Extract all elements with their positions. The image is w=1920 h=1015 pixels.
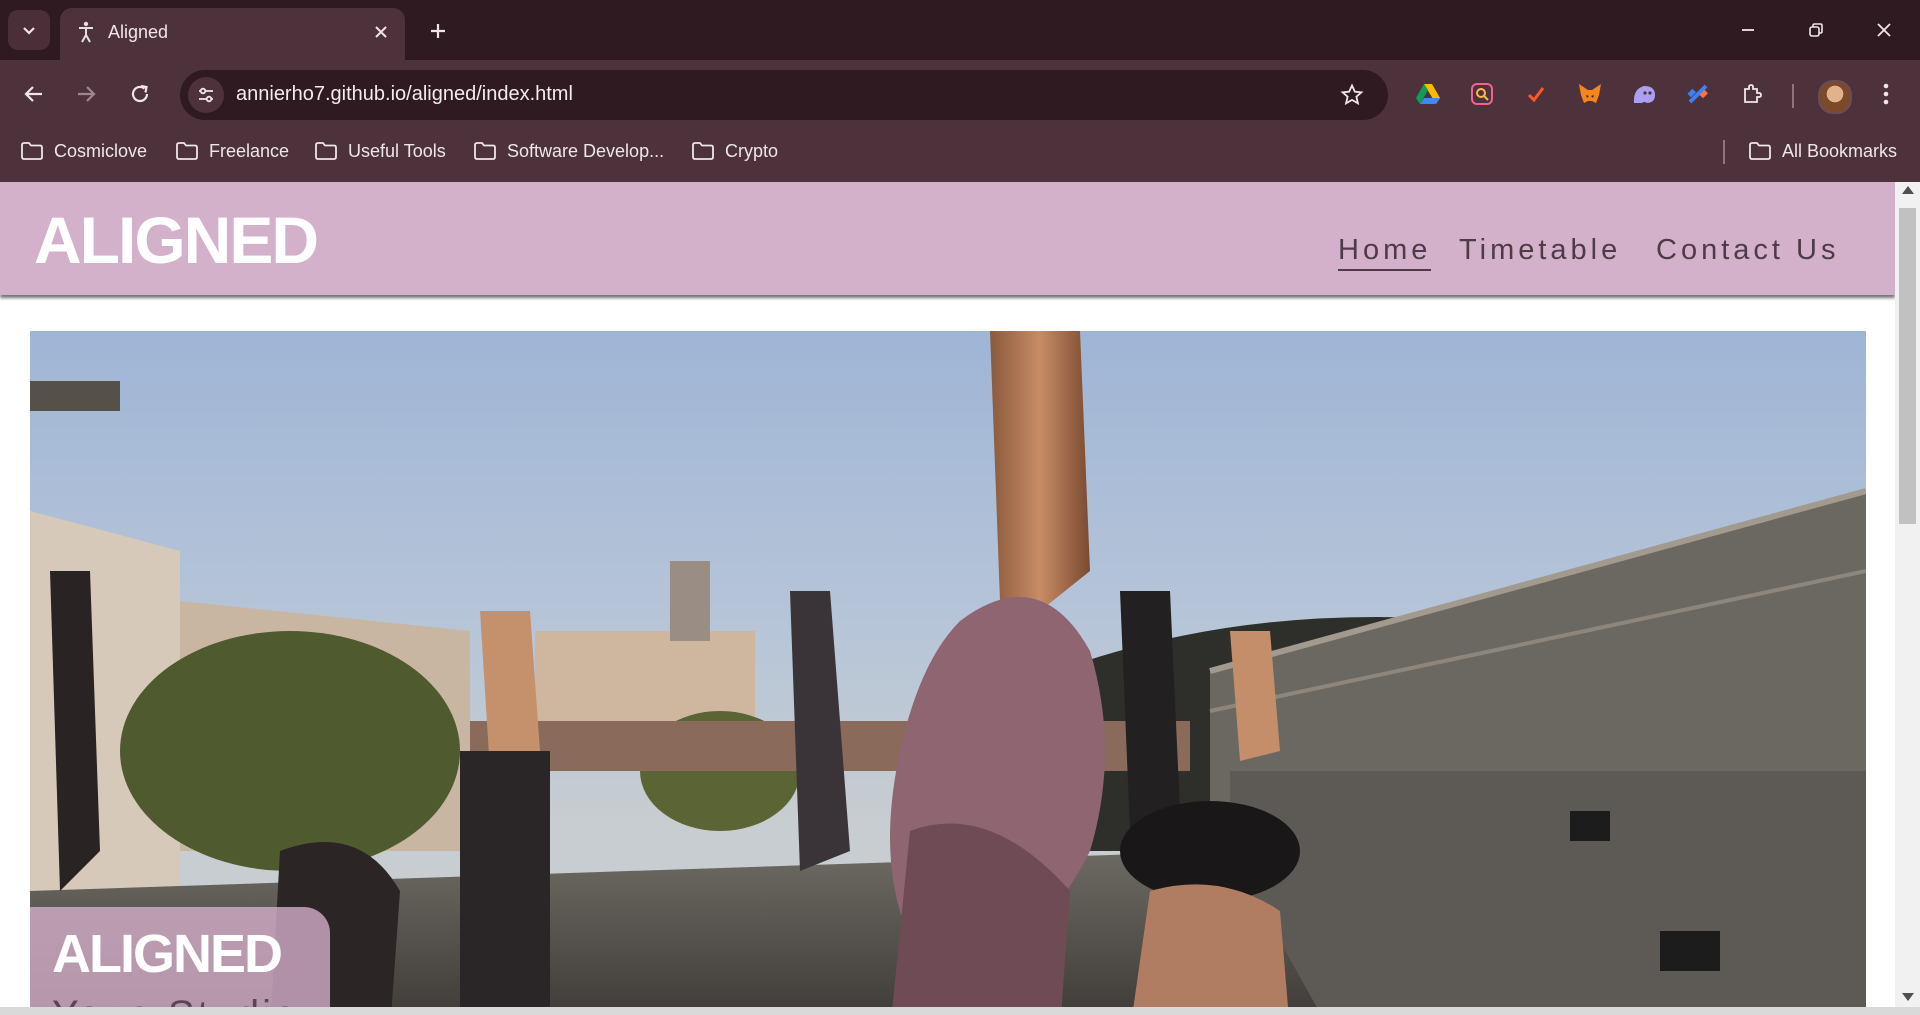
restore-icon: [1809, 23, 1823, 37]
minimize-button[interactable]: [1720, 8, 1776, 52]
folder-icon: [474, 142, 496, 160]
toolbar-divider: [1792, 84, 1794, 108]
ghost-extension-icon[interactable]: [1626, 76, 1662, 112]
folder-icon: [692, 142, 714, 160]
folder-icon: [1749, 142, 1771, 160]
site-info-button[interactable]: [188, 77, 224, 113]
bookmark-folder-freelance[interactable]: Freelance: [175, 136, 289, 166]
back-button[interactable]: [14, 74, 54, 114]
menu-button[interactable]: [1868, 76, 1904, 112]
search-extension-icon[interactable]: [1464, 76, 1500, 112]
tab-strip: Aligned: [0, 0, 1920, 60]
bookmark-label: Cosmiclove: [54, 140, 148, 161]
address-bar[interactable]: annierho7.github.io/aligned/index.html: [180, 70, 1388, 120]
hero-caption: ALIGNED Yoga Studio: [30, 907, 330, 1007]
profile-avatar[interactable]: [1818, 80, 1852, 114]
scrollbar-thumb[interactable]: [1899, 208, 1916, 524]
google-drive-icon[interactable]: [1410, 76, 1446, 112]
new-tab-button[interactable]: [420, 13, 456, 49]
bookmarks-divider: [1723, 140, 1725, 164]
puzzle-extensions-icon[interactable]: [1734, 76, 1770, 112]
close-icon: [1877, 23, 1891, 37]
kebab-menu-icon: [1883, 83, 1889, 105]
bookmark-folder-useful-tools[interactable]: Useful Tools: [314, 136, 446, 166]
url-text[interactable]: annierho7.github.io/aligned/index.html: [236, 83, 573, 106]
bookmark-folder-crypto[interactable]: Crypto: [691, 136, 778, 166]
all-bookmarks-button[interactable]: All Bookmarks: [1748, 136, 1897, 166]
plus-icon: [431, 24, 445, 38]
folder-icon: [21, 142, 43, 160]
arrow-left-icon: [24, 86, 42, 102]
yoga-figure-icon: [79, 21, 93, 43]
nav-home-link[interactable]: Home: [1338, 234, 1432, 271]
folder-icon: [315, 142, 337, 160]
browser-toolbar: annierho7.github.io/aligned/index.html C…: [0, 60, 1920, 188]
tune-icon: [199, 87, 213, 103]
all-bookmarks-label: All Bookmarks: [1782, 140, 1898, 161]
active-tab[interactable]: Aligned: [60, 8, 405, 60]
bookmark-label: Freelance: [209, 140, 290, 161]
bookmark-label: Crypto: [725, 140, 779, 161]
site-header: ALIGNED Home Timetable Contact Us: [0, 182, 1895, 295]
page-scrollbar[interactable]: [1895, 182, 1920, 1007]
close-tab-button[interactable]: [367, 18, 395, 46]
reload-button[interactable]: [120, 74, 160, 114]
nav-timetable-link[interactable]: Timetable: [1459, 234, 1621, 267]
arrow-right-icon: [78, 86, 96, 102]
scroll-up-arrow-icon[interactable]: [1902, 186, 1914, 194]
forward-button[interactable]: [66, 74, 106, 114]
metamask-fox-icon[interactable]: [1572, 76, 1608, 112]
satellite-extension-icon[interactable]: [1680, 76, 1716, 112]
restore-button[interactable]: [1788, 8, 1844, 52]
tab-title: Aligned: [108, 22, 169, 42]
minimize-icon: [1742, 29, 1754, 31]
reload-icon: [131, 84, 149, 103]
tab-search-button[interactable]: [8, 10, 50, 50]
hero-caption-title: ALIGNED: [52, 924, 283, 984]
folder-icon: [176, 142, 198, 160]
brave-extension-icon[interactable]: [1518, 76, 1554, 112]
hero-yoga-photo: [30, 331, 1866, 1007]
bookmark-star-button[interactable]: [1338, 81, 1366, 109]
hero-caption-subtitle: Yoga Studio: [52, 993, 299, 1007]
page-viewport: ALIGNED Home Timetable Contact Us ALIGNE…: [0, 182, 1895, 1007]
close-icon: [375, 26, 387, 38]
window-bottom-edge: [0, 1007, 1920, 1015]
bookmark-label: Useful Tools: [348, 140, 446, 161]
site-logo[interactable]: ALIGNED: [34, 202, 319, 278]
star-icon: [1340, 83, 1364, 106]
chevron-down-icon: [23, 27, 35, 35]
nav-contact-link[interactable]: Contact Us: [1656, 234, 1839, 267]
bookmark-folder-software-develop[interactable]: Software Develop...: [473, 136, 664, 166]
close-window-button[interactable]: [1856, 8, 1912, 52]
bookmark-label: Software Develop...: [507, 140, 665, 161]
bookmark-folder-cosmiclove[interactable]: Cosmiclove: [20, 136, 147, 166]
scroll-down-arrow-icon[interactable]: [1902, 993, 1914, 1001]
